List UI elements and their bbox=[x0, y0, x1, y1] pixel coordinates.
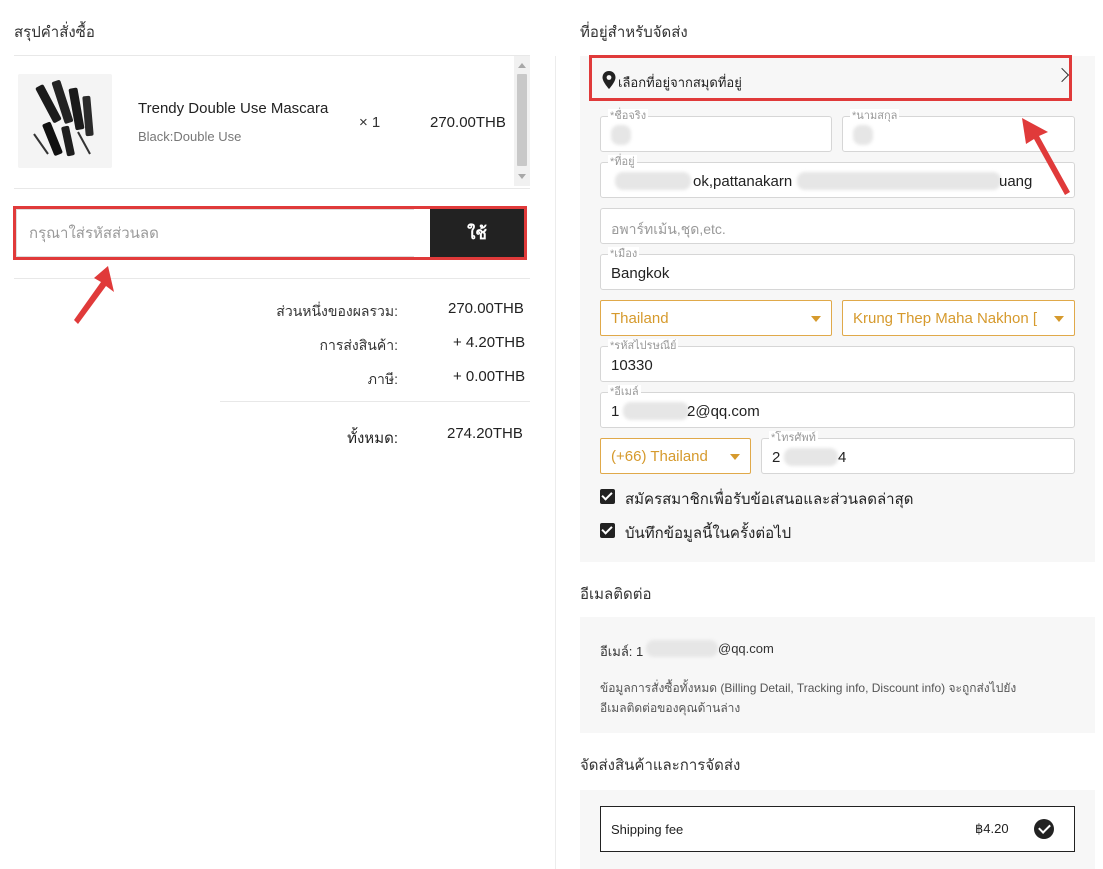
tax-value: + 0.00THB bbox=[453, 368, 526, 385]
phone-country-value: (+66) Thailand bbox=[611, 448, 708, 465]
redacted-text bbox=[784, 448, 838, 466]
phone-value-end: 4 bbox=[838, 449, 847, 466]
contact-email-title: อีเมลติดต่อ bbox=[580, 586, 652, 603]
save-info-label[interactable]: บันทึกข้อมูลนี้ในครั้งต่อไป bbox=[625, 521, 791, 545]
apply-coupon-button[interactable]: ใช้ bbox=[430, 209, 524, 257]
zip-field[interactable]: *รหัสไปรษณีย์ 10330 bbox=[600, 339, 1075, 382]
shipping-address-title: ที่อยู่สำหรับจัดส่ง bbox=[580, 24, 688, 41]
address-field[interactable]: *ที่อยู่ ok,pattanakarn uang bbox=[600, 155, 1075, 198]
phone-label: *โทรศัพท์ bbox=[769, 431, 818, 445]
contact-email-prefix: อีเมล์: 1 bbox=[600, 644, 644, 659]
subtotal-label: ส่วนหนึ่งของผลรวม: bbox=[276, 303, 398, 319]
total-label: ทั้งหมด: bbox=[347, 430, 398, 447]
phone-value-start: 2 bbox=[772, 449, 781, 466]
address-book-selector[interactable]: เลือกที่อยู่จากสมุดที่อยู่ bbox=[589, 55, 1072, 101]
first-name-field[interactable]: *ชื่อจริง bbox=[600, 109, 832, 152]
contact-email-suffix: @qq.com bbox=[718, 641, 774, 656]
address2-placeholder: อพาร์ทเม้น,ชุด,etc. bbox=[611, 221, 726, 237]
phone-country-select[interactable]: (+66) Thailand bbox=[600, 438, 751, 474]
save-info-checkbox[interactable] bbox=[600, 523, 615, 538]
shipping-option-price: ฿4.20 bbox=[975, 821, 1009, 836]
contact-note-line2: อีเมลติดต่อของคุณด้านล่าง bbox=[600, 701, 741, 715]
chevron-right-icon bbox=[1054, 67, 1070, 83]
email-value-end: 2@qq.com bbox=[687, 403, 760, 420]
first-name-label: *ชื่อจริง bbox=[608, 109, 649, 123]
product-image[interactable] bbox=[18, 74, 112, 168]
order-summary-title: สรุปคำสั่งซื้อ bbox=[14, 24, 95, 41]
email-value-start: 1 bbox=[611, 403, 620, 420]
divider bbox=[14, 188, 530, 189]
city-label: *เมือง bbox=[608, 247, 640, 261]
state-select[interactable]: Krung Thep Maha Nakhon [ bbox=[842, 300, 1075, 336]
redacted-text bbox=[623, 402, 689, 420]
redacted-text bbox=[797, 172, 1001, 190]
address-label: *ที่อยู่ bbox=[608, 155, 637, 169]
last-name-label: *นามสกุล bbox=[850, 109, 900, 123]
column-divider bbox=[555, 56, 556, 869]
scroll-thumb[interactable] bbox=[517, 74, 527, 166]
address2-field[interactable]: อพาร์ทเม้น,ชุด,etc. bbox=[600, 208, 1075, 244]
annotation-arrow-icon bbox=[1022, 118, 1070, 195]
check-circle-icon bbox=[1034, 819, 1054, 839]
subscribe-label[interactable]: สมัครสมาชิกเพื่อรับข้อเสนอและส่วนลดล่าสุ… bbox=[625, 487, 913, 511]
phone-field[interactable]: *โทรศัพท์ 2 4 bbox=[761, 431, 1075, 474]
chevron-down-icon bbox=[730, 454, 740, 460]
scroll-up-icon[interactable] bbox=[518, 63, 526, 68]
cart-items-list: Trendy Double Use Mascara Black:Double U… bbox=[14, 56, 530, 188]
city-field[interactable]: *เมือง Bangkok bbox=[600, 247, 1075, 290]
product-variant: Black:Double Use bbox=[138, 129, 242, 144]
annotation-arrow-icon bbox=[74, 266, 114, 324]
product-price: 270.00THB bbox=[430, 114, 506, 131]
city-value: Bangkok bbox=[611, 265, 670, 282]
divider bbox=[220, 401, 530, 402]
shipping-option-label: Shipping fee bbox=[611, 822, 684, 837]
zip-value: 10330 bbox=[611, 357, 653, 374]
contact-email-panel: อีเมล์: 1 @qq.com ข้อมูลการสั่งซื้อทั้งห… bbox=[580, 617, 1095, 733]
product-quantity: × 1 bbox=[359, 114, 381, 131]
subtotal-value: 270.00THB bbox=[448, 300, 524, 317]
address-value-part1: ok,pattanakarn bbox=[693, 173, 793, 190]
coupon-highlight-box: ใช้ bbox=[13, 206, 527, 260]
product-name[interactable]: Trendy Double Use Mascara bbox=[138, 100, 328, 117]
total-value: 274.20THB bbox=[447, 425, 523, 442]
coupon-code-input[interactable] bbox=[16, 209, 414, 257]
state-value: Krung Thep Maha Nakhon [ bbox=[853, 310, 1038, 327]
redacted-text bbox=[853, 125, 873, 145]
scroll-down-icon[interactable] bbox=[518, 174, 526, 179]
address-book-label: เลือกที่อยู่จากสมุดที่อยู่ bbox=[618, 75, 742, 90]
redacted-text bbox=[615, 172, 691, 190]
redacted-text bbox=[611, 125, 631, 145]
location-pin-icon bbox=[602, 71, 616, 89]
shipping-value: + 4.20THB bbox=[453, 334, 526, 351]
subscribe-checkbox[interactable] bbox=[600, 489, 615, 504]
email-label: *อีเมล์ bbox=[608, 385, 641, 399]
shipping-label: การส่งสินค้า: bbox=[319, 337, 398, 353]
contact-note-line1: ข้อมูลการสั่งซื้อทั้งหมด (Billing Detail… bbox=[600, 681, 1017, 695]
redacted-text bbox=[646, 640, 718, 657]
shipping-option[interactable]: Shipping fee ฿4.20 bbox=[600, 806, 1075, 852]
tax-label: ภาษี: bbox=[367, 371, 398, 387]
country-value: Thailand bbox=[611, 310, 669, 327]
cart-scrollbar[interactable] bbox=[514, 56, 530, 186]
chevron-down-icon bbox=[1054, 316, 1064, 322]
chevron-down-icon bbox=[811, 316, 821, 322]
zip-label: *รหัสไปรษณีย์ bbox=[608, 339, 679, 353]
email-field[interactable]: *อีเมล์ 1 2@qq.com bbox=[600, 385, 1075, 428]
country-select[interactable]: Thailand bbox=[600, 300, 832, 336]
delivery-title: จัดส่งสินค้าและการจัดส่ง bbox=[580, 757, 741, 774]
